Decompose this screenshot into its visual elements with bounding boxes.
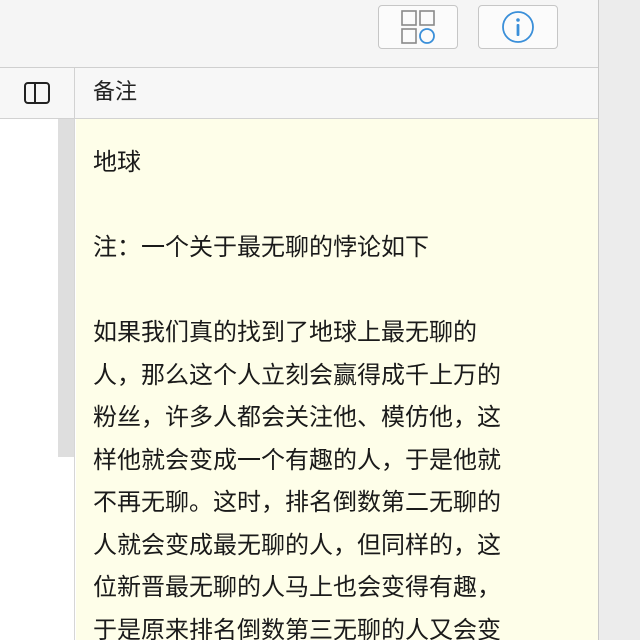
gallery-view-button[interactable] — [378, 5, 458, 49]
note-title: 地球 — [93, 148, 141, 176]
note-cell[interactable]: 地球 注：一个关于最无聊的悖论如下 如果我们真的找到了地球上最无聊的 人，那么这… — [76, 119, 598, 640]
note-line: 粉丝，许多人都会关注他、模仿他，这 — [93, 403, 501, 431]
column-header-notes[interactable]: 备注 — [93, 68, 137, 118]
gallery-view-icon — [401, 10, 435, 44]
note-line: 如果我们真的找到了地球上最无聊的 — [93, 318, 477, 346]
info-button[interactable] — [478, 5, 558, 49]
toolbar — [0, 0, 598, 68]
note-line: 人，那么这个人立刻会赢得成千上万的 — [93, 360, 501, 389]
scrollbar[interactable] — [58, 119, 74, 457]
app-window: 备注 地球 注：一个关于最无聊的悖论如下 如果我们真的找到了地球上最无聊的 人，… — [0, 0, 599, 640]
note-line: 不再无聊。这时，排名倒数第二无聊的 — [93, 488, 501, 516]
note-line: 于是原来排名倒数第三无聊的人又会变 — [93, 615, 501, 640]
note-text: 地球 注：一个关于最无聊的悖论如下 如果我们真的找到了地球上最无聊的 人，那么这… — [76, 119, 598, 640]
note-line: 人就会变成最无聊的人，但同样的，这 — [93, 530, 501, 559]
info-icon — [502, 11, 534, 43]
sidebar-toggle-icon — [24, 82, 50, 104]
note-line: 样他就会变成一个有趣的人，于是他就 — [93, 445, 501, 474]
note-subtitle: 注：一个关于最无聊的悖论如下 — [93, 233, 429, 261]
note-line: 位新晋最无聊的人马上也会变得有趣， — [93, 573, 501, 601]
sidebar-toggle-button[interactable] — [0, 68, 75, 118]
column-header-row: 备注 — [0, 68, 598, 119]
